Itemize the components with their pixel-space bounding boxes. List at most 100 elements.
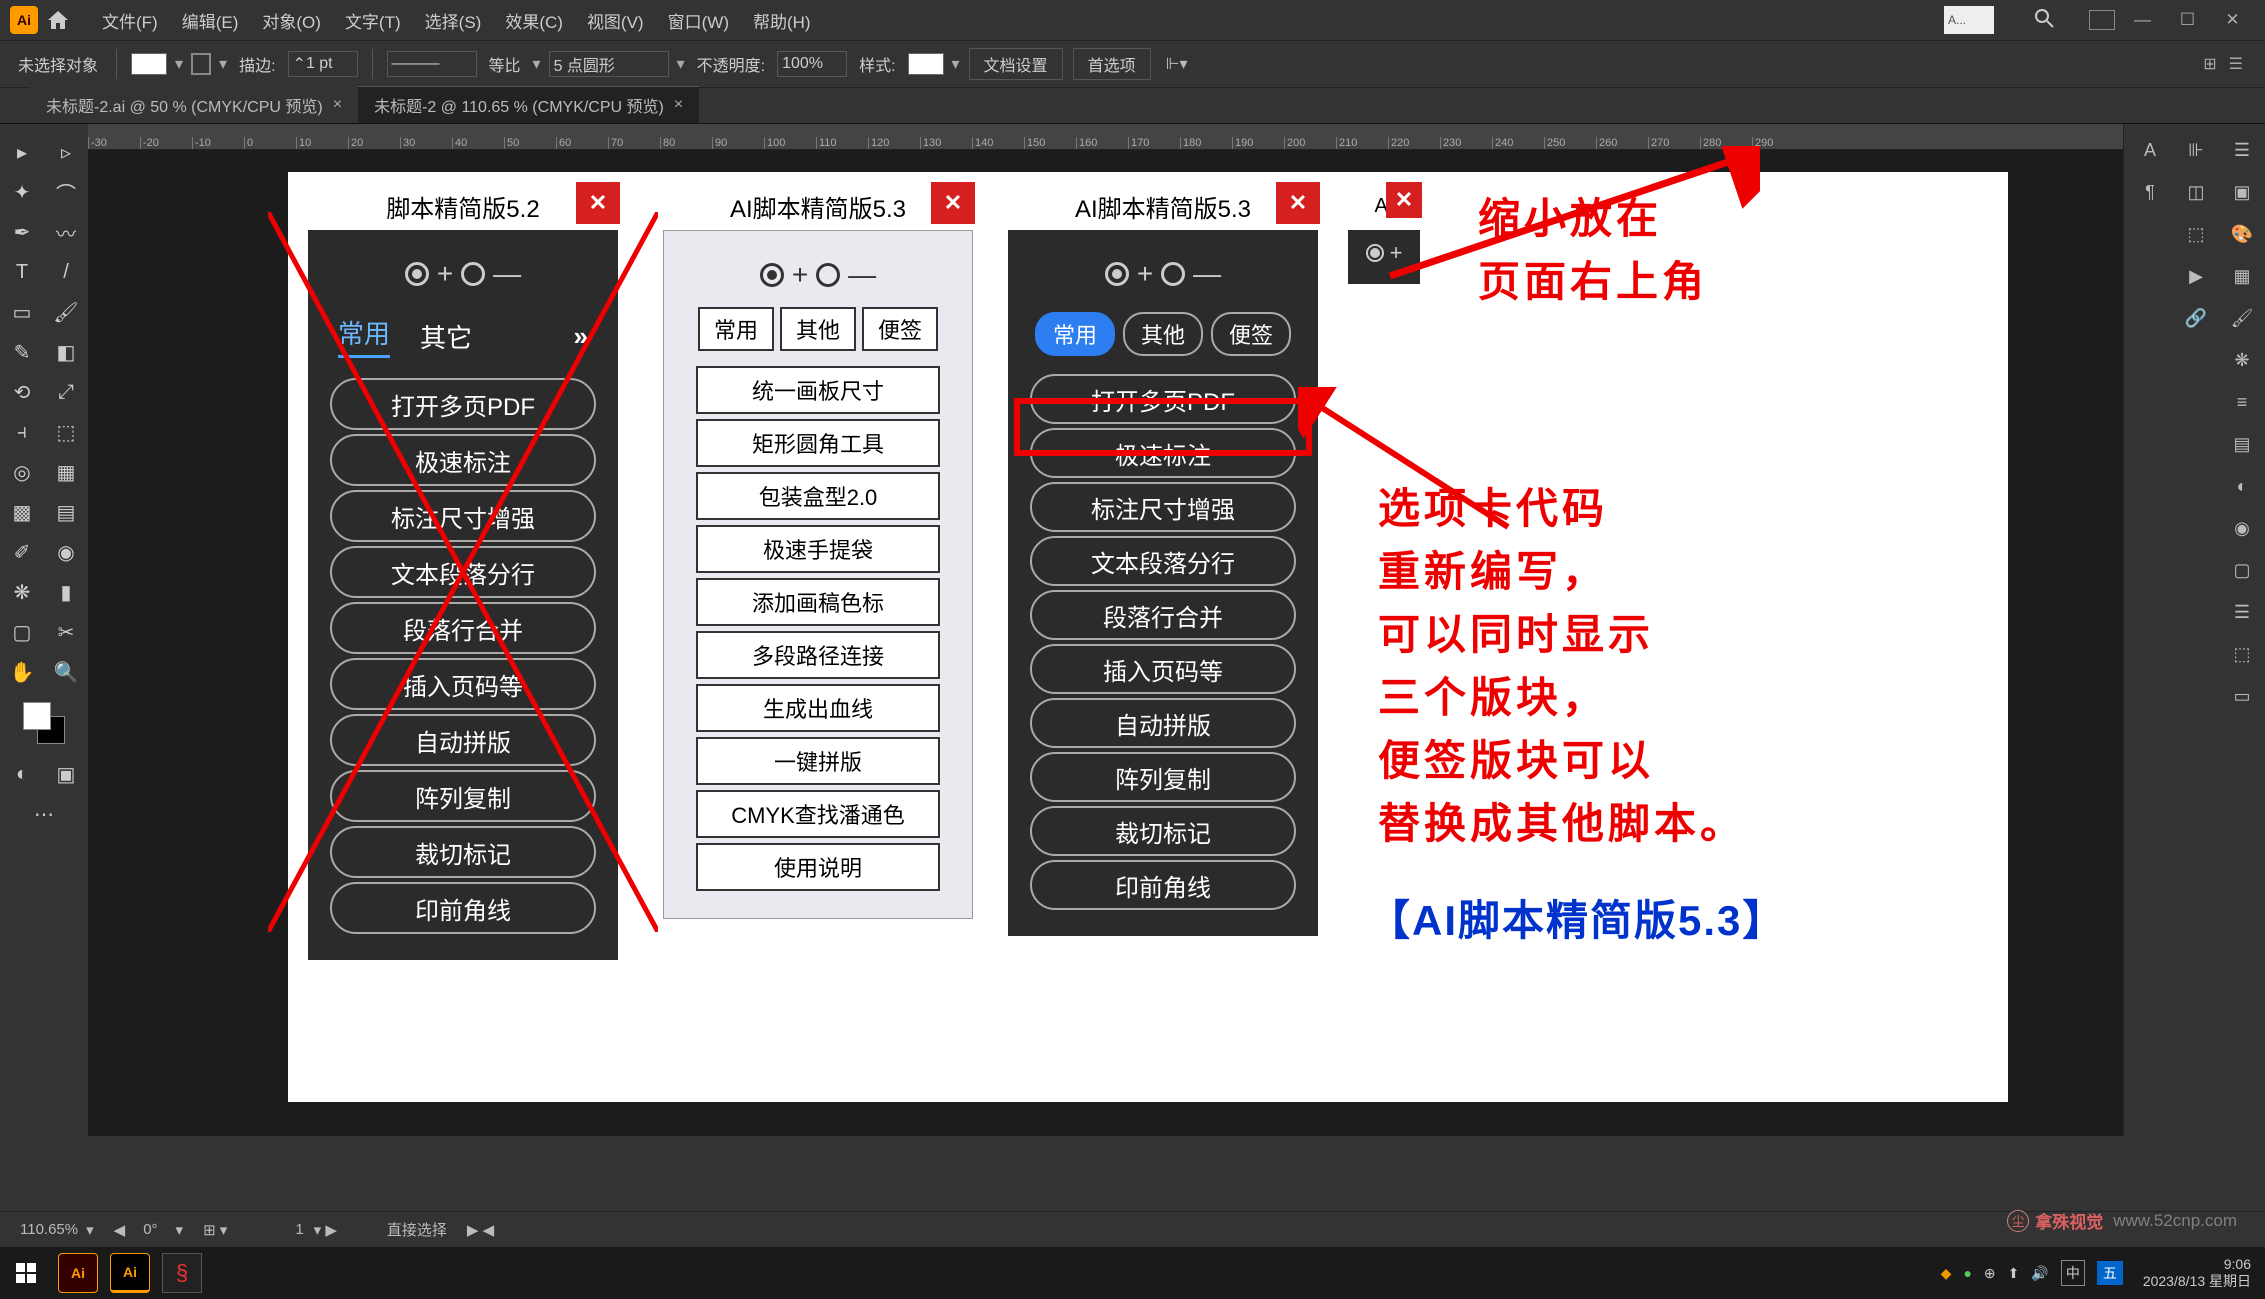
radio-unselected[interactable] [461, 262, 485, 286]
links-icon[interactable]: 🔗 [2178, 300, 2214, 336]
tray-icon[interactable]: ◆ [1941, 1265, 1952, 1282]
stroke-icon[interactable]: ≡ [2224, 384, 2260, 420]
tray-icon[interactable]: ● [1963, 1265, 1971, 1281]
menu-window[interactable]: 窗口(W) [668, 8, 729, 33]
zoom-tool[interactable]: 🔍 [44, 652, 88, 692]
arrange-docs-icon[interactable] [2089, 10, 2115, 30]
radio-unselected[interactable] [816, 263, 840, 287]
tab-common[interactable]: 常用 [698, 307, 774, 351]
edit-toolbar[interactable]: ⋯ [0, 794, 88, 834]
script-button[interactable]: 标注尺寸增强 [1030, 482, 1296, 532]
doc-tab-1[interactable]: 未标题-2.ai @ 50 % (CMYK/CPU 预览)× [30, 87, 358, 123]
color-icon[interactable]: 🎨 [2224, 216, 2260, 252]
doc-setup-button[interactable]: 文档设置 [969, 48, 1063, 80]
eyedropper-tool[interactable]: ✐ [0, 532, 44, 572]
radio-selected[interactable] [1105, 262, 1129, 286]
graph-tool[interactable]: ▮ [44, 572, 88, 612]
opacity-field[interactable]: 100% [777, 51, 847, 77]
script-button[interactable]: 阵列复制 [330, 770, 596, 822]
taskbar-ai-active-icon[interactable]: Ai [110, 1253, 150, 1293]
artboard-tool[interactable]: ▢ [0, 612, 44, 652]
stroke-weight-field[interactable]: ⌃1 pt [288, 51, 358, 77]
para-icon[interactable]: ¶ [2132, 174, 2168, 210]
tray-icon[interactable]: ⊕ [1984, 1265, 1996, 1282]
tray-volume-icon[interactable]: 🔊 [2031, 1265, 2048, 1282]
menu-object[interactable]: 对象(O) [262, 8, 321, 33]
curvature-tool[interactable]: 〰 [44, 212, 88, 252]
script-button[interactable]: 极速手提袋 [696, 525, 940, 573]
preferences-button[interactable]: 首选项 [1073, 48, 1151, 80]
script-button[interactable]: 阵列复制 [1030, 752, 1296, 802]
script-button[interactable]: 段落行合并 [1030, 590, 1296, 640]
menu-type[interactable]: 文字(T) [345, 8, 401, 33]
scale-tool[interactable]: ⤢ [44, 372, 88, 412]
char-icon[interactable]: A [2132, 132, 2168, 168]
close-icon[interactable]: × [674, 96, 683, 114]
taskbar-app-icon[interactable]: § [162, 1253, 202, 1293]
script-button[interactable]: 段落行合并 [330, 602, 596, 654]
line-tool[interactable]: / [44, 252, 88, 292]
menu-select[interactable]: 选择(S) [425, 8, 482, 33]
script-button[interactable]: 使用说明 [696, 843, 940, 891]
script-button[interactable]: 添加画稿色标 [696, 578, 940, 626]
script-button[interactable]: 插入页码等 [1030, 644, 1296, 694]
eraser-tool[interactable]: ◧ [44, 332, 88, 372]
canvas[interactable]: 脚本精简版5.2 ✕ + — 常用 其它 » 打开多页PDF极速标注标注尺寸增强… [88, 150, 2123, 1136]
panel-collapse-icon[interactable]: ⊞ [2203, 54, 2216, 74]
fill-stroke-swatches[interactable] [23, 702, 65, 744]
graphic-styles-icon[interactable]: ▢ [2224, 552, 2260, 588]
screen-mode[interactable]: ▣ [44, 754, 88, 794]
direct-select-tool[interactable]: ▹ [44, 132, 88, 172]
doc-tab-2[interactable]: 未标题-2 @ 110.65 % (CMYK/CPU 预览)× [358, 86, 699, 123]
tab-common[interactable]: 常用 [1035, 312, 1115, 356]
paintbrush-tool[interactable]: 🖌 [44, 292, 88, 332]
panel-layout-icon[interactable]: ☰ [2229, 54, 2243, 74]
align-icon[interactable]: ⊪ [2178, 132, 2214, 168]
script-button[interactable]: CMYK查找潘通色 [696, 790, 940, 838]
script-button[interactable]: 文本段落分行 [330, 546, 596, 598]
fill-swatch[interactable] [131, 53, 167, 75]
script-button[interactable]: 一键拼版 [696, 737, 940, 785]
script-button[interactable]: 矩形圆角工具 [696, 419, 940, 467]
menu-edit[interactable]: 编辑(E) [182, 8, 239, 33]
type-tool[interactable]: T [0, 252, 44, 292]
radio-unselected[interactable] [1161, 262, 1185, 286]
pen-tool[interactable]: ✒ [0, 212, 44, 252]
symbol-sprayer-tool[interactable]: ❋ [0, 572, 44, 612]
script-button[interactable]: 文本段落分行 [1030, 536, 1296, 586]
stroke-swatch[interactable] [191, 53, 211, 75]
tray-ime[interactable]: 中 [2061, 1260, 2085, 1286]
taskbar-clock[interactable]: 9:06 2023/8/13 星期日 [2143, 1256, 2251, 1290]
script-button[interactable]: 极速标注 [330, 434, 596, 486]
pathfinder-icon[interactable]: ◫ [2178, 174, 2214, 210]
panel-close-button[interactable]: ✕ [576, 182, 620, 224]
asset-export-icon[interactable]: ⬚ [2224, 636, 2260, 672]
tab-notes[interactable]: 便签 [1211, 312, 1291, 356]
hand-tool[interactable]: ✋ [0, 652, 44, 692]
rectangle-tool[interactable]: ▭ [0, 292, 44, 332]
gradient-icon[interactable]: ▤ [2224, 426, 2260, 462]
transparency-icon[interactable]: ◐ [2224, 468, 2260, 504]
shaper-tool[interactable]: ✎ [0, 332, 44, 372]
menu-view[interactable]: 视图(V) [587, 8, 644, 33]
draw-mode[interactable]: ◐ [0, 754, 44, 794]
layers-icon[interactable]: ☰ [2224, 594, 2260, 630]
script-button[interactable]: 打开多页PDF [330, 378, 596, 430]
tab-common[interactable]: 常用 [338, 314, 390, 358]
script-button[interactable]: 自动拼版 [330, 714, 596, 766]
perspective-tool[interactable]: ▦ [44, 452, 88, 492]
script-button[interactable]: 印前角线 [1030, 860, 1296, 910]
tab-other[interactable]: 其他 [780, 307, 856, 351]
zoom-level[interactable]: 110.65% [20, 1221, 78, 1238]
close-button[interactable]: ✕ [2210, 5, 2255, 35]
graphic-style-swatch[interactable] [908, 53, 944, 75]
mesh-tool[interactable]: ▩ [0, 492, 44, 532]
script-button[interactable]: 统一画板尺寸 [696, 366, 940, 414]
properties-icon[interactable]: ☰ [2224, 132, 2260, 168]
magic-wand-tool[interactable]: ✦ [0, 172, 44, 212]
close-icon[interactable]: × [333, 96, 342, 114]
panel-close-button[interactable]: ✕ [931, 182, 975, 224]
tab-notes[interactable]: 便签 [862, 307, 938, 351]
shape-builder-tool[interactable]: ◎ [0, 452, 44, 492]
tray-ime-icon[interactable]: 五 [2097, 1261, 2123, 1285]
